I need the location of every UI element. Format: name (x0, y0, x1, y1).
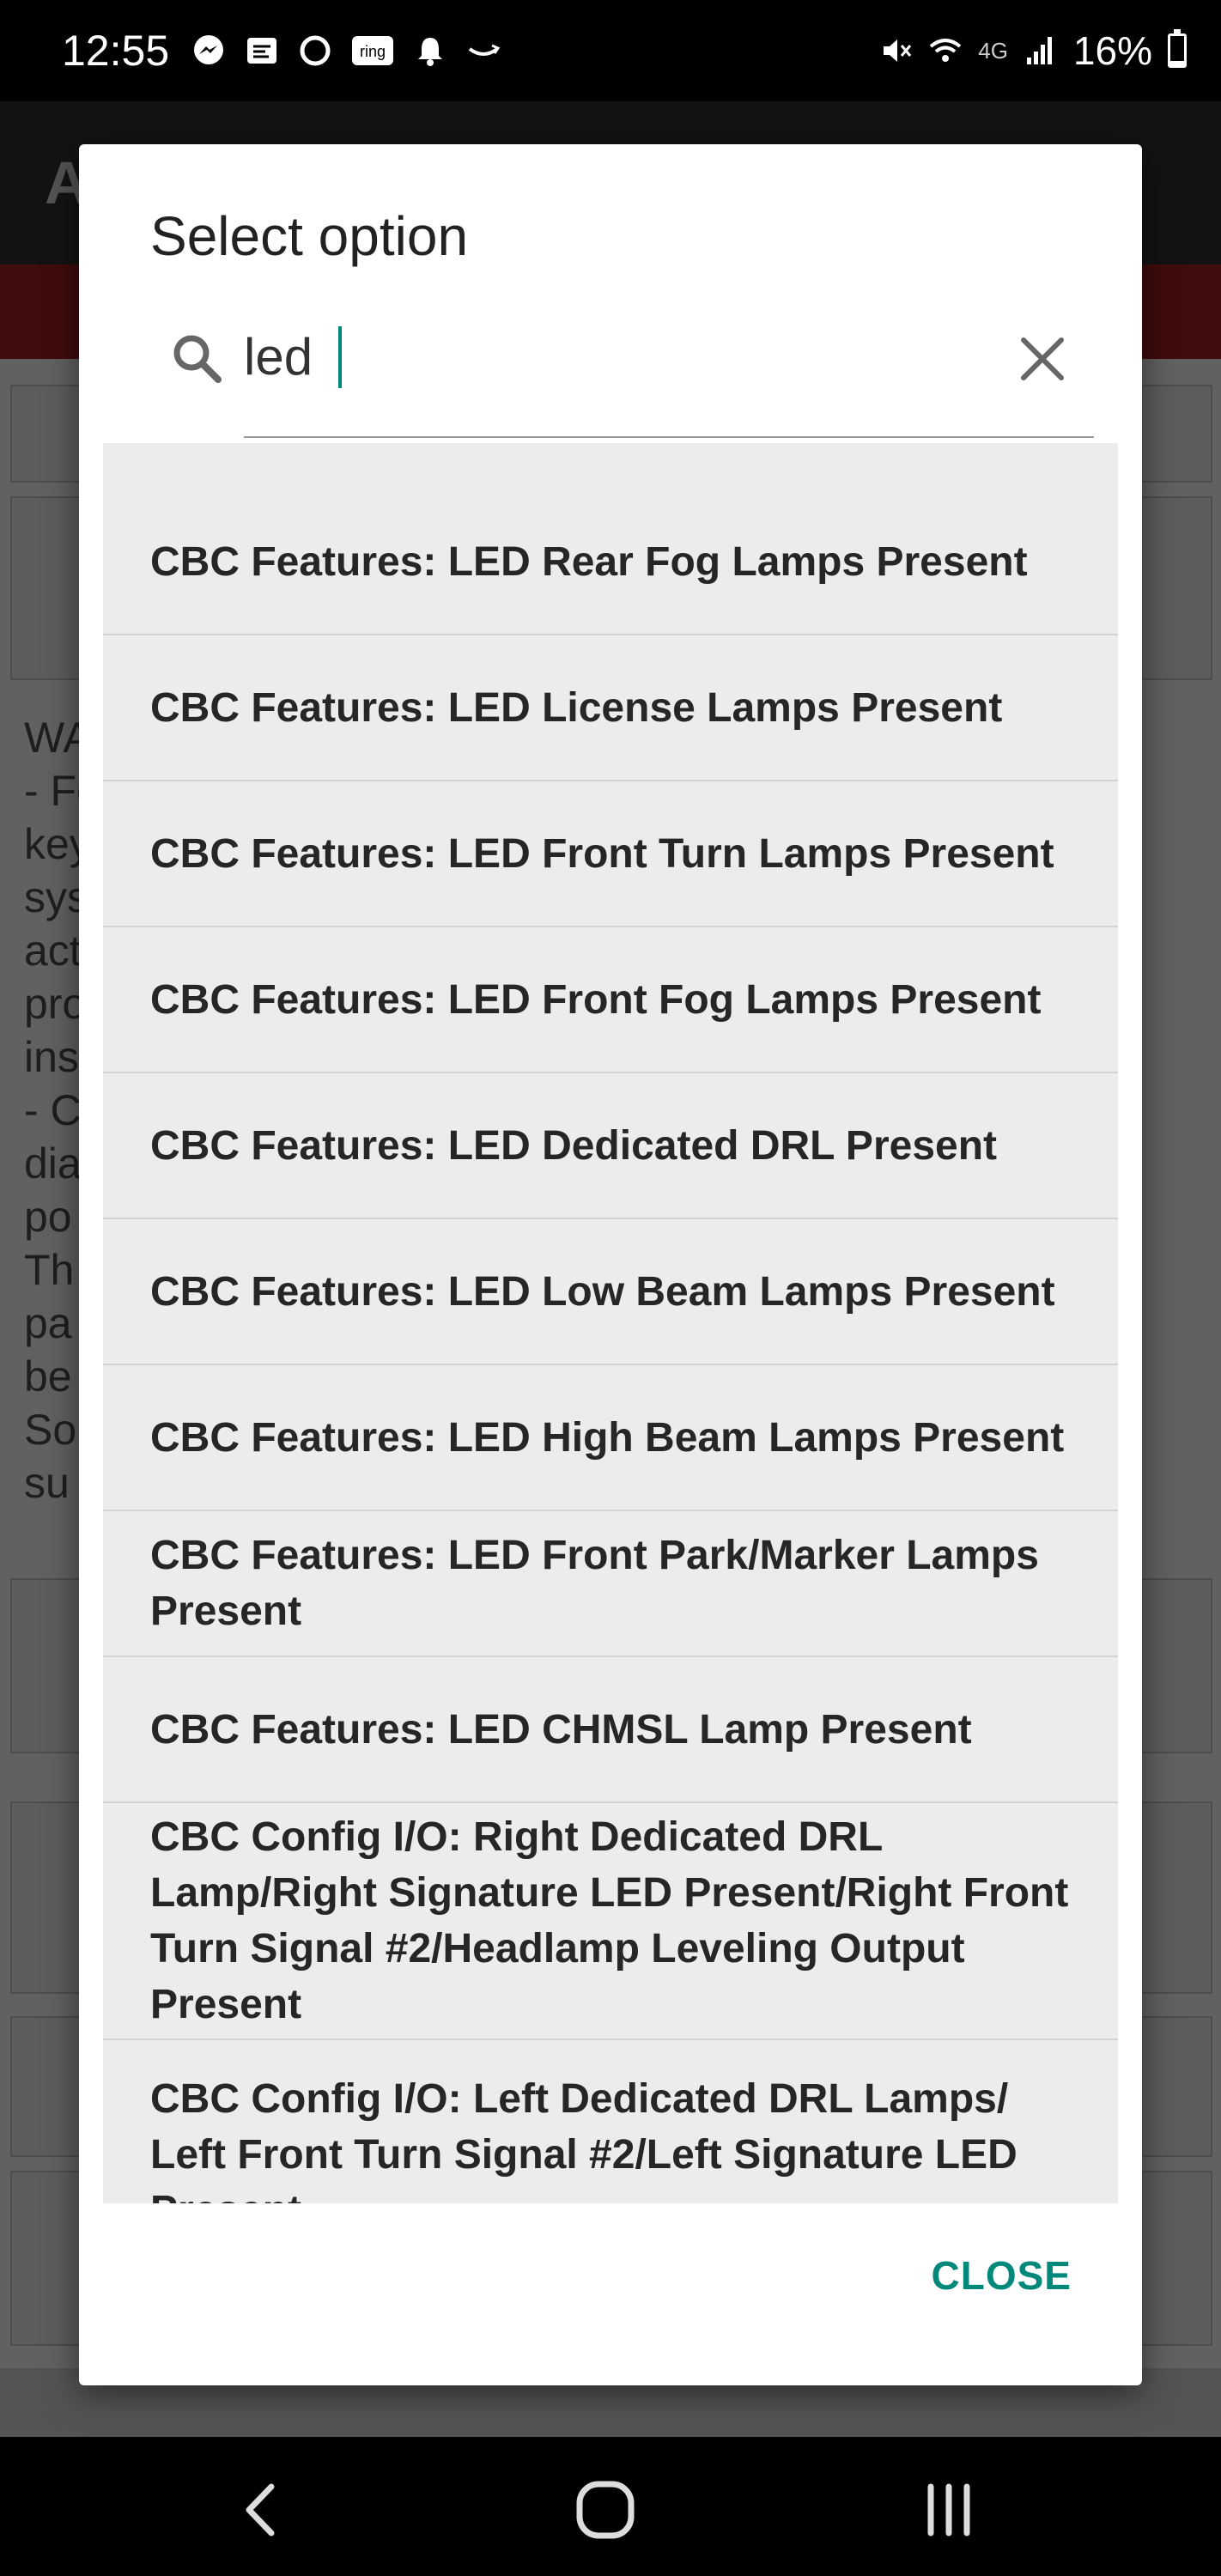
home-icon[interactable] (567, 2471, 644, 2549)
text-caret (338, 326, 342, 388)
notification-icons: ring (191, 33, 501, 68)
search-underline (244, 436, 1094, 438)
list-item-partial[interactable] (103, 443, 1118, 491)
notification-bell-icon (413, 33, 447, 68)
list-item[interactable]: CBC Features: LED License Lamps Present (103, 635, 1118, 781)
search-input[interactable] (242, 313, 915, 400)
option-list[interactable]: CBC Features: LED Rear Fog Lamps Present… (103, 443, 1118, 2203)
status-time: 12:55 (62, 27, 170, 75)
list-item[interactable]: CBC Features: LED Low Beam Lamps Present (103, 1219, 1118, 1365)
list-item[interactable]: CBC Features: LED Front Park/Marker Lamp… (103, 1511, 1118, 1657)
select-option-dialog: Select option CBC Features: LED Rear Fog… (79, 144, 1142, 2385)
tap-icon (245, 33, 279, 68)
list-item-label: CBC Features: LED Dedicated DRL Present (150, 1122, 998, 1169)
messenger-icon (191, 33, 226, 68)
search-row (79, 307, 1142, 419)
list-item[interactable]: CBC Features: LED Front Turn Lamps Prese… (103, 781, 1118, 927)
system-status: 4G 16% (878, 27, 1187, 74)
list-item-label: CBC Features: LED License Lamps Present (150, 684, 1003, 731)
search-icon (163, 325, 232, 393)
signal-icon (1024, 33, 1058, 68)
amazon-icon (466, 33, 501, 68)
list-item-label: CBC Features: LED Rear Fog Lamps Present (150, 538, 1028, 585)
list-item-label: CBC Features: LED Front Fog Lamps Presen… (150, 976, 1042, 1023)
list-item[interactable]: CBC Features: LED Dedicated DRL Present (103, 1073, 1118, 1219)
list-item[interactable]: CBC Features: LED Front Fog Lamps Presen… (103, 927, 1118, 1073)
list-item-label: CBC Features: LED High Beam Lamps Presen… (150, 1414, 1065, 1461)
ring-icon: ring (351, 33, 394, 68)
list-item-label: CBC Features: LED Front Turn Lamps Prese… (150, 830, 1054, 877)
battery-icon (1168, 29, 1187, 68)
list-item-label: CBC Features: LED CHMSL Lamp Present (150, 1706, 972, 1753)
back-icon[interactable] (223, 2471, 301, 2549)
list-item-label: CBC Features: LED Front Park/Marker Lamp… (150, 1533, 1039, 1634)
ring-label: ring (360, 43, 386, 60)
list-item[interactable]: CBC Features: LED CHMSL Lamp Present (103, 1657, 1118, 1803)
list-item[interactable]: CBC Features: LED High Beam Lamps Presen… (103, 1365, 1118, 1511)
list-item-label: CBC Features: LED Low Beam Lamps Present (150, 1268, 1055, 1315)
threads-icon (298, 33, 332, 68)
list-item-label: CBC Config I/O: Left Dedicated DRL Lamps… (150, 2076, 1017, 2203)
status-bar: 12:55 ring 4G 16% (0, 0, 1221, 101)
navigation-bar (0, 2437, 1221, 2576)
wifi-icon (928, 33, 963, 68)
recent-apps-icon[interactable] (910, 2471, 987, 2549)
list-item[interactable]: CBC Config I/O: Left Dedicated DRL Lamps… (103, 2040, 1118, 2203)
list-item[interactable]: CBC Config I/O: Right Dedicated DRL Lamp… (103, 1803, 1118, 2040)
dialog-title: Select option (150, 205, 469, 267)
battery-percent: 16% (1072, 28, 1152, 73)
list-item[interactable]: CBC Features: LED Rear Fog Lamps Present (103, 489, 1118, 635)
network-type: 4G (978, 37, 1008, 64)
mute-icon (878, 33, 913, 68)
clear-search-icon[interactable] (1008, 325, 1077, 393)
list-item-label: CBC Config I/O: Right Dedicated DRL Lamp… (150, 1814, 1069, 2027)
close-button[interactable]: CLOSE (932, 2252, 1072, 2299)
